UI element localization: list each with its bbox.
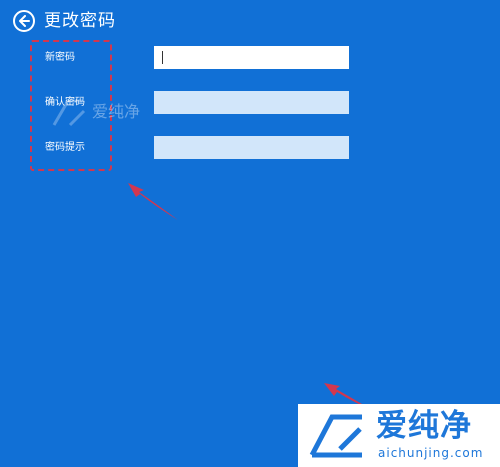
brand-name: 爱纯净	[376, 408, 472, 444]
annotation-arrow-lower	[324, 383, 372, 410]
watermark-logo-icon	[52, 99, 86, 127]
brand-domain: aichunjing.com	[378, 446, 484, 460]
brand-watermark: 爱纯净 aichunjing.com	[298, 404, 500, 467]
watermark-small-text: 爱纯净	[92, 102, 141, 121]
brand-logo-icon	[309, 414, 362, 458]
